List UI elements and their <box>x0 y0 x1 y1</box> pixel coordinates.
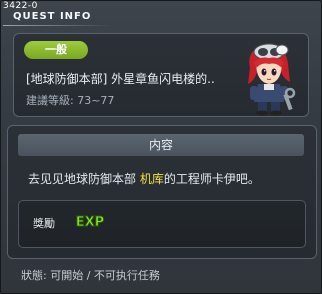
reward-label: 獎勵 <box>33 217 55 230</box>
quest-recommended-level: 建議等級: 73~77 <box>26 92 114 108</box>
content-header: 内容 <box>18 134 304 156</box>
quest-category-badge: 一般 <box>24 41 88 59</box>
quest-name: [地球防御本部] 外星章鱼闪电楼的.. <box>26 72 215 86</box>
window-title: QUEST INFO <box>13 11 92 22</box>
title-divider <box>3 25 113 26</box>
status-label: 狀態: <box>21 269 47 282</box>
description-text: 去见见地球防御本部 <box>28 172 140 186</box>
quest-description: 去见见地球防御本部 机库的工程师卡伊吧。 <box>28 170 260 187</box>
npc-portrait-icon <box>248 43 296 116</box>
window-id: 3422-0 <box>3 1 38 11</box>
quest-info-window: 3422-0 QUEST INFO 一般 [地球防御本部] 外星章鱼闪电楼的..… <box>0 0 322 294</box>
quest-status: 狀態: 可開始 / 不可执行任務 <box>21 267 160 283</box>
quest-content-panel: 内容 去见见地球防御本部 机库的工程师卡伊吧。 獎勵 EXP <box>7 125 317 259</box>
reward-box: 獎勵 EXP <box>18 200 306 248</box>
level-range: 73~77 <box>77 94 115 107</box>
quest-summary-panel: 一般 [地球防御本部] 外星章鱼闪电楼的.. 建議等級: 73~77 <box>13 33 309 117</box>
level-label: 建議等級: <box>26 94 74 107</box>
description-highlight: 机库 <box>139 172 164 186</box>
exp-icon: EXP <box>75 215 104 231</box>
exp-text: EXP <box>76 215 104 230</box>
status-value: 可開始 / 不可执行任務 <box>50 269 160 282</box>
description-text-end: 的工程师卡伊吧。 <box>163 172 260 186</box>
